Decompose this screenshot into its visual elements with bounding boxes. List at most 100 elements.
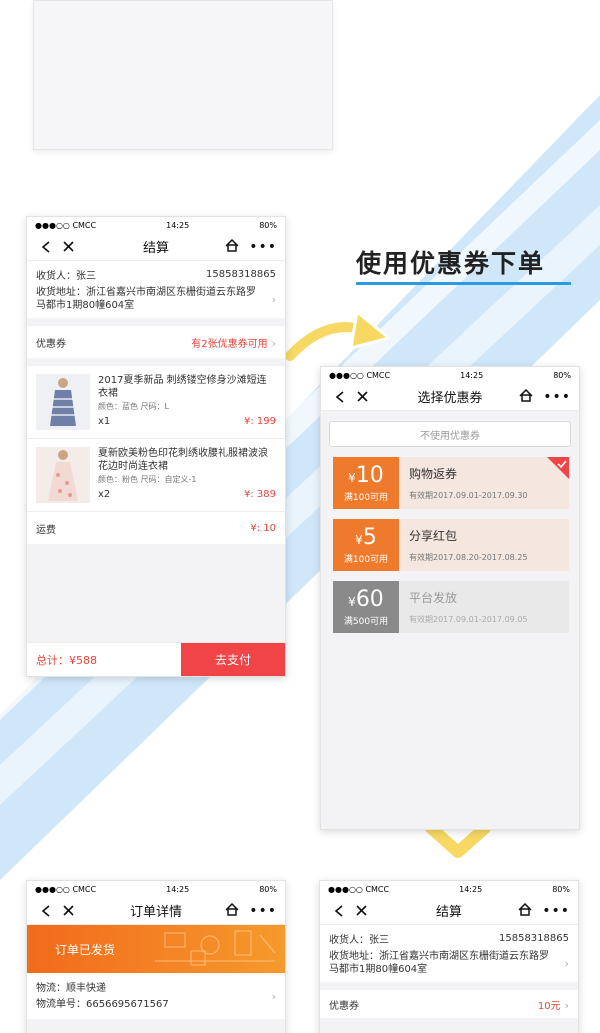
coupon-hint: 有2张优惠券可用 — [191, 338, 268, 350]
order-detail-screen: ●●●○○ CMCC 14:25 80% 订单详情 ••• 订单已发货 物流：顺… — [26, 880, 286, 1033]
coupon-currency: ¥ — [355, 532, 363, 547]
back-icon[interactable] — [35, 236, 57, 258]
shipping-row: 运费 ¥: 10 — [27, 512, 285, 544]
coupon-stub: ¥60 满500可用 — [333, 581, 399, 633]
coupon-row[interactable]: 优惠券 有2张优惠券可用 › — [27, 326, 285, 358]
no-coupon-button[interactable]: 不使用优惠券 — [329, 421, 571, 447]
status-bar: ●●●○○ CMCC 14:25 80% — [27, 217, 285, 233]
close-icon[interactable] — [57, 900, 79, 922]
back-icon[interactable] — [329, 386, 351, 408]
pay-button[interactable]: 去支付 — [181, 643, 285, 676]
time-text: 14:25 — [166, 884, 190, 894]
no-coupon-label: 不使用优惠券 — [420, 430, 480, 442]
heading-underline — [356, 282, 571, 285]
shipping-value: ¥: 10 — [250, 522, 276, 534]
coupon-condition: 满100可用 — [343, 554, 389, 565]
nav-bar: 结算 ••• — [320, 897, 578, 925]
carrier-text: ●●●○○ CMCC — [329, 370, 391, 380]
coupon-currency: ¥ — [348, 594, 356, 609]
coupon-currency: ¥ — [348, 470, 356, 485]
top-blank-card — [33, 0, 333, 150]
coupon-amount: 60 — [355, 586, 384, 612]
status-bar: ●●●○○ CMCC 14:25 80% — [27, 881, 285, 897]
product-qty: x1 — [98, 416, 111, 427]
coupon-name: 分享红包 — [409, 529, 458, 543]
home-icon[interactable] — [518, 902, 532, 919]
coupon-card[interactable]: ¥5 满100可用 分享红包 有效期2017.08.20-2017.08.25 — [333, 519, 569, 571]
carrier-text: ●●●○○ CMCC — [328, 884, 390, 894]
more-icon[interactable]: ••• — [249, 903, 277, 919]
section-heading: 使用优惠券下单 — [356, 249, 546, 278]
nav-bar: 订单详情 ••• — [27, 897, 285, 925]
close-icon[interactable] — [350, 900, 372, 922]
battery-text: 80% — [553, 370, 571, 380]
product-image — [36, 447, 90, 503]
product-name-2: 花边时尚连衣裙 — [98, 461, 168, 472]
recipient-phone: 15858318865 — [206, 269, 276, 280]
more-icon[interactable]: ••• — [543, 389, 571, 405]
coupon-value: 10元 — [537, 1000, 561, 1012]
coupon-stub: ¥5 满100可用 — [333, 519, 399, 571]
list-item[interactable]: 2017夏季新品 刺绣镂空修身沙滩短连 衣裙 颜色：蓝色 尺码：L x1 ¥: … — [27, 366, 285, 439]
coupon-amount: 5 — [362, 524, 377, 550]
coupon-condition: 满100可用 — [343, 492, 389, 503]
address-line-1: 收货地址：浙江省嘉兴市南湖区东栅街道云东路罗 — [36, 287, 256, 298]
product-image — [36, 374, 90, 430]
banner-pattern-icon — [155, 930, 276, 966]
status-bar: ●●●○○ CMCC 14:25 80% — [321, 367, 579, 383]
address-card[interactable]: 收货人：张三 15858318865 收货地址：浙江省嘉兴市南湖区东栅街道云东路… — [320, 925, 578, 982]
list-item[interactable]: 夏新欧美粉色印花刺绣收腰礼服裙波浪 花边时尚连衣裙 颜色：粉色 尺码：自定义-1… — [27, 439, 285, 512]
coupon-select-screen: ●●●○○ CMCC 14:25 80% 选择优惠券 ••• 不使用优惠券 ¥1… — [320, 366, 580, 830]
status-bar: ●●●○○ CMCC 14:25 80% — [320, 881, 578, 897]
logistics-card[interactable]: 物流：顺丰快递 物流单号：6656695671567 › — [27, 973, 285, 1019]
battery-text: 80% — [259, 884, 277, 894]
home-icon[interactable] — [519, 388, 533, 405]
logistics-value: 顺丰快递 — [66, 983, 106, 994]
tracking-value: 6656695671567 — [86, 999, 169, 1010]
more-icon[interactable]: ••• — [249, 239, 277, 255]
coupon-validity: 有效期2017.09.01-2017.09.30 — [409, 491, 528, 500]
shipping-label: 运费 — [36, 524, 56, 536]
address-card[interactable]: 收货人：张三 15858318865 收货地址：浙江省嘉兴市南湖区东栅街道云东路… — [27, 261, 285, 318]
home-icon[interactable] — [225, 238, 239, 255]
coupon-row[interactable]: 优惠券 10元 › — [320, 990, 578, 1018]
chevron-right-icon: › — [564, 956, 569, 970]
order-total: 总计：¥588 — [36, 653, 97, 667]
home-icon[interactable] — [225, 902, 239, 919]
product-price: ¥: 199 — [244, 416, 276, 427]
checkout-applied-screen: ●●●○○ CMCC 14:25 80% 结算 ••• 收货人：张三 15858… — [319, 880, 579, 1033]
shipped-banner: 订单已发货 — [27, 925, 285, 973]
coupon-label: 优惠券 — [329, 1000, 359, 1012]
tracking-label: 物流单号： — [36, 999, 86, 1010]
coupon-validity: 有效期2017.08.20-2017.08.25 — [409, 553, 528, 562]
coupon-card[interactable]: ¥10 满100可用 购物返券 有效期2017.09.01-2017.09.30 — [333, 457, 569, 509]
address-line-1: 收货地址：浙江省嘉兴市南湖区东栅街道云东路罗 — [329, 951, 549, 962]
shipped-banner-text: 订单已发货 — [55, 942, 116, 957]
nav-bar: 结算 ••• — [27, 233, 285, 261]
address-line-2: 马都市1期80幢604室 — [36, 300, 135, 311]
chevron-right-icon: › — [271, 292, 276, 306]
product-name-2: 衣裙 — [98, 388, 118, 399]
product-spec: 颜色：蓝色 尺码：L — [98, 402, 169, 411]
coupon-amount: 10 — [355, 462, 384, 488]
flow-arrow-icon — [285, 310, 391, 364]
coupon-stub: ¥10 满100可用 — [333, 457, 399, 509]
more-icon[interactable]: ••• — [542, 903, 570, 919]
product-price: ¥: 389 — [244, 489, 276, 500]
recipient-label: 收货人：张三 — [36, 271, 96, 282]
close-icon[interactable] — [57, 236, 79, 258]
coupon-name: 平台发放 — [409, 591, 458, 605]
coupon-label: 优惠券 — [36, 338, 66, 350]
checkout-screen: ●●●○○ CMCC 14:25 80% 结算 ••• 收货人：张三 15858… — [26, 216, 286, 677]
coupon-validity: 有效期2017.09.01-2017.09.05 — [409, 615, 528, 624]
coupon-name: 购物返券 — [409, 467, 458, 481]
coupon-condition: 满500可用 — [343, 616, 389, 627]
back-icon[interactable] — [35, 900, 57, 922]
coupon-card[interactable]: ¥60 满500可用 平台发放 有效期2017.09.01-2017.09.05 — [333, 581, 569, 633]
chevron-right-icon: › — [271, 336, 276, 350]
back-icon[interactable] — [328, 900, 350, 922]
recipient-phone: 15858318865 — [499, 933, 569, 944]
close-icon[interactable] — [351, 386, 373, 408]
battery-text: 80% — [259, 220, 277, 230]
nav-bar: 选择优惠券 ••• — [321, 383, 579, 411]
